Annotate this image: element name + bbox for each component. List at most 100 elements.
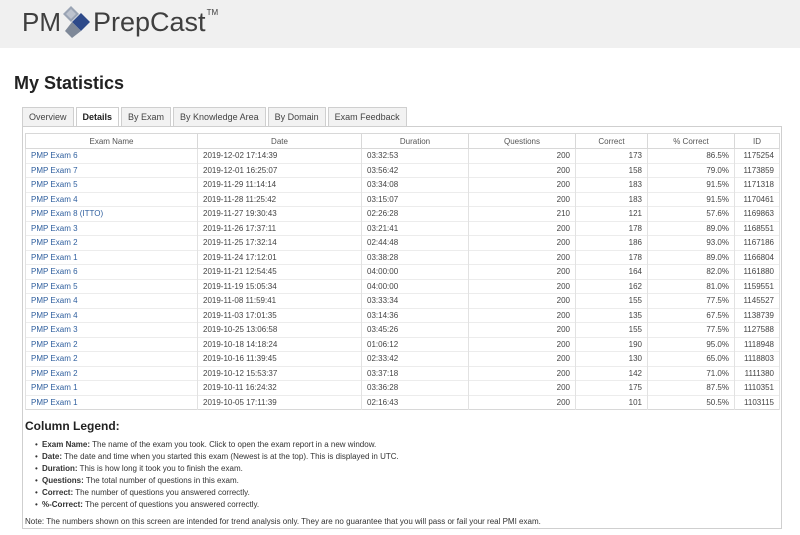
exam-report-link[interactable]: PMP Exam 2 [31,238,78,247]
exam-report-link[interactable]: PMP Exam 2 [31,354,78,363]
exam-report-link[interactable]: PMP Exam 7 [31,166,78,175]
legend-description: The date and time when you started this … [62,452,399,461]
correct-cell: 175 [575,380,648,395]
prepcast-logo[interactable]: PM PrepCast TM [22,4,218,40]
date-cell: 2019-10-16 11:39:45 [197,351,362,366]
tab-by-domain[interactable]: By Domain [267,107,326,126]
exam-report-link[interactable]: PMP Exam 5 [31,282,78,291]
duration-cell: 03:36:28 [361,380,469,395]
table-row: PMP Exam 4 2019-11-03 17:01:35 03:14:36 200… [25,308,780,323]
exam-report-link[interactable]: PMP Exam 1 [31,253,78,262]
exam-name-cell: PMP Exam 2 [25,235,198,250]
questions-cell: 200 [468,235,576,250]
exam-statistics-table: Exam Name Date Duration Questions Correc… [25,133,780,410]
date-cell: 2019-10-25 13:06:58 [197,322,362,337]
percent-correct-cell: 77.5% [647,322,735,337]
column-header-duration[interactable]: Duration [361,133,469,149]
table-row: PMP Exam 2 2019-11-25 17:32:14 02:44:48 200… [25,235,780,250]
correct-cell: 142 [575,366,648,381]
table-row: PMP Exam 4 2019-11-08 11:59:41 03:33:34 200… [25,293,780,308]
table-row: PMP Exam 5 2019-11-19 15:05:34 04:00:00 200… [25,279,780,294]
date-cell: 2019-12-02 17:14:39 [197,148,362,163]
date-cell: 2019-10-18 14:18:24 [197,337,362,352]
exam-report-link[interactable]: PMP Exam 6 [31,267,78,276]
statistics-tabs: Overview Details By Exam By Knowledge Ar… [22,107,407,127]
column-header-date[interactable]: Date [197,133,362,149]
exam-report-link[interactable]: PMP Exam 8 (ITTO) [31,209,103,218]
table-row: PMP Exam 2 2019-10-18 14:18:24 01:06:12 200… [25,337,780,352]
date-cell: 2019-11-19 15:05:34 [197,279,362,294]
exam-report-link[interactable]: PMP Exam 4 [31,296,78,305]
logo-trademark: TM [206,7,219,17]
duration-cell: 03:37:18 [361,366,469,381]
date-cell: 2019-11-28 11:25:42 [197,192,362,207]
legend-item: %-Correct: The percent of questions you … [35,499,775,511]
correct-cell: 183 [575,177,648,192]
exam-report-link[interactable]: PMP Exam 2 [31,369,78,378]
exam-report-link[interactable]: PMP Exam 4 [31,311,78,320]
legend-description: The name of the exam you took. Click to … [90,440,377,449]
id-cell: 1138739 [734,308,780,323]
column-header-questions[interactable]: Questions [468,133,576,149]
column-header-correct[interactable]: Correct [575,133,648,149]
date-cell: 2019-10-11 16:24:32 [197,380,362,395]
column-header-id[interactable]: ID [734,133,780,149]
exam-name-cell: PMP Exam 1 [25,250,198,265]
exam-name-cell: PMP Exam 4 [25,192,198,207]
column-header-percent-correct[interactable]: % Correct [647,133,735,149]
site-header: PM PrepCast TM [0,0,800,48]
exam-report-link[interactable]: PMP Exam 4 [31,195,78,204]
exam-report-link[interactable]: PMP Exam 6 [31,151,78,160]
table-header-row: Exam Name Date Duration Questions Correc… [25,133,780,149]
tab-details[interactable]: Details [75,107,120,127]
id-cell: 1166804 [734,250,780,265]
duration-cell: 03:34:08 [361,177,469,192]
id-cell: 1118803 [734,351,780,366]
disclaimer-note: Note: The numbers shown on this screen a… [25,517,541,526]
date-cell: 2019-11-26 17:37:11 [197,221,362,236]
exam-report-link[interactable]: PMP Exam 1 [31,383,78,392]
percent-correct-cell: 91.5% [647,192,735,207]
table-row: PMP Exam 3 2019-10-25 13:06:58 03:45:26 200… [25,322,780,337]
questions-cell: 200 [468,293,576,308]
percent-correct-cell: 87.5% [647,380,735,395]
tab-by-knowledge-area[interactable]: By Knowledge Area [173,107,266,126]
table-row: PMP Exam 5 2019-11-29 11:14:14 03:34:08 200… [25,177,780,192]
column-header-exam-name[interactable]: Exam Name [25,133,198,149]
date-cell: 2019-11-27 19:30:43 [197,206,362,221]
exam-report-link[interactable]: PMP Exam 3 [31,224,78,233]
tab-by-exam[interactable]: By Exam [121,107,172,126]
correct-cell: 183 [575,192,648,207]
exam-name-cell: PMP Exam 6 [25,264,198,279]
exam-report-link[interactable]: PMP Exam 1 [31,398,78,407]
correct-cell: 186 [575,235,648,250]
id-cell: 1173859 [734,163,780,178]
legend-description: The total number of questions in this ex… [83,476,239,485]
legend-term: Questions: [42,476,84,485]
exam-report-link[interactable]: PMP Exam 5 [31,180,78,189]
correct-cell: 164 [575,264,648,279]
details-panel: Exam Name Date Duration Questions Correc… [22,126,782,529]
legend-term: Correct: [42,488,74,497]
exam-report-link[interactable]: PMP Exam 3 [31,325,78,334]
date-cell: 2019-11-08 11:59:41 [197,293,362,308]
id-cell: 1175254 [734,148,780,163]
percent-correct-cell: 86.5% [647,148,735,163]
legend-description: The number of questions you answered cor… [73,488,250,497]
duration-cell: 03:33:34 [361,293,469,308]
id-cell: 1171318 [734,177,780,192]
page-title: My Statistics [14,73,125,93]
legend-item: Date: The date and time when you started… [35,451,775,463]
date-cell: 2019-10-12 15:53:37 [197,366,362,381]
duration-cell: 02:26:28 [361,206,469,221]
table-row: PMP Exam 6 2019-11-21 12:54:45 04:00:00 200… [25,264,780,279]
duration-cell: 02:44:48 [361,235,469,250]
table-row: PMP Exam 2 2019-10-12 15:53:37 03:37:18 200… [25,366,780,381]
legend-list: Exam Name: The name of the exam you took… [25,439,775,511]
tab-exam-feedback[interactable]: Exam Feedback [327,107,407,126]
questions-cell: 200 [468,264,576,279]
logo-text-pm: PM [22,6,61,37]
correct-cell: 190 [575,337,648,352]
exam-report-link[interactable]: PMP Exam 2 [31,340,78,349]
tab-overview[interactable]: Overview [22,107,74,126]
